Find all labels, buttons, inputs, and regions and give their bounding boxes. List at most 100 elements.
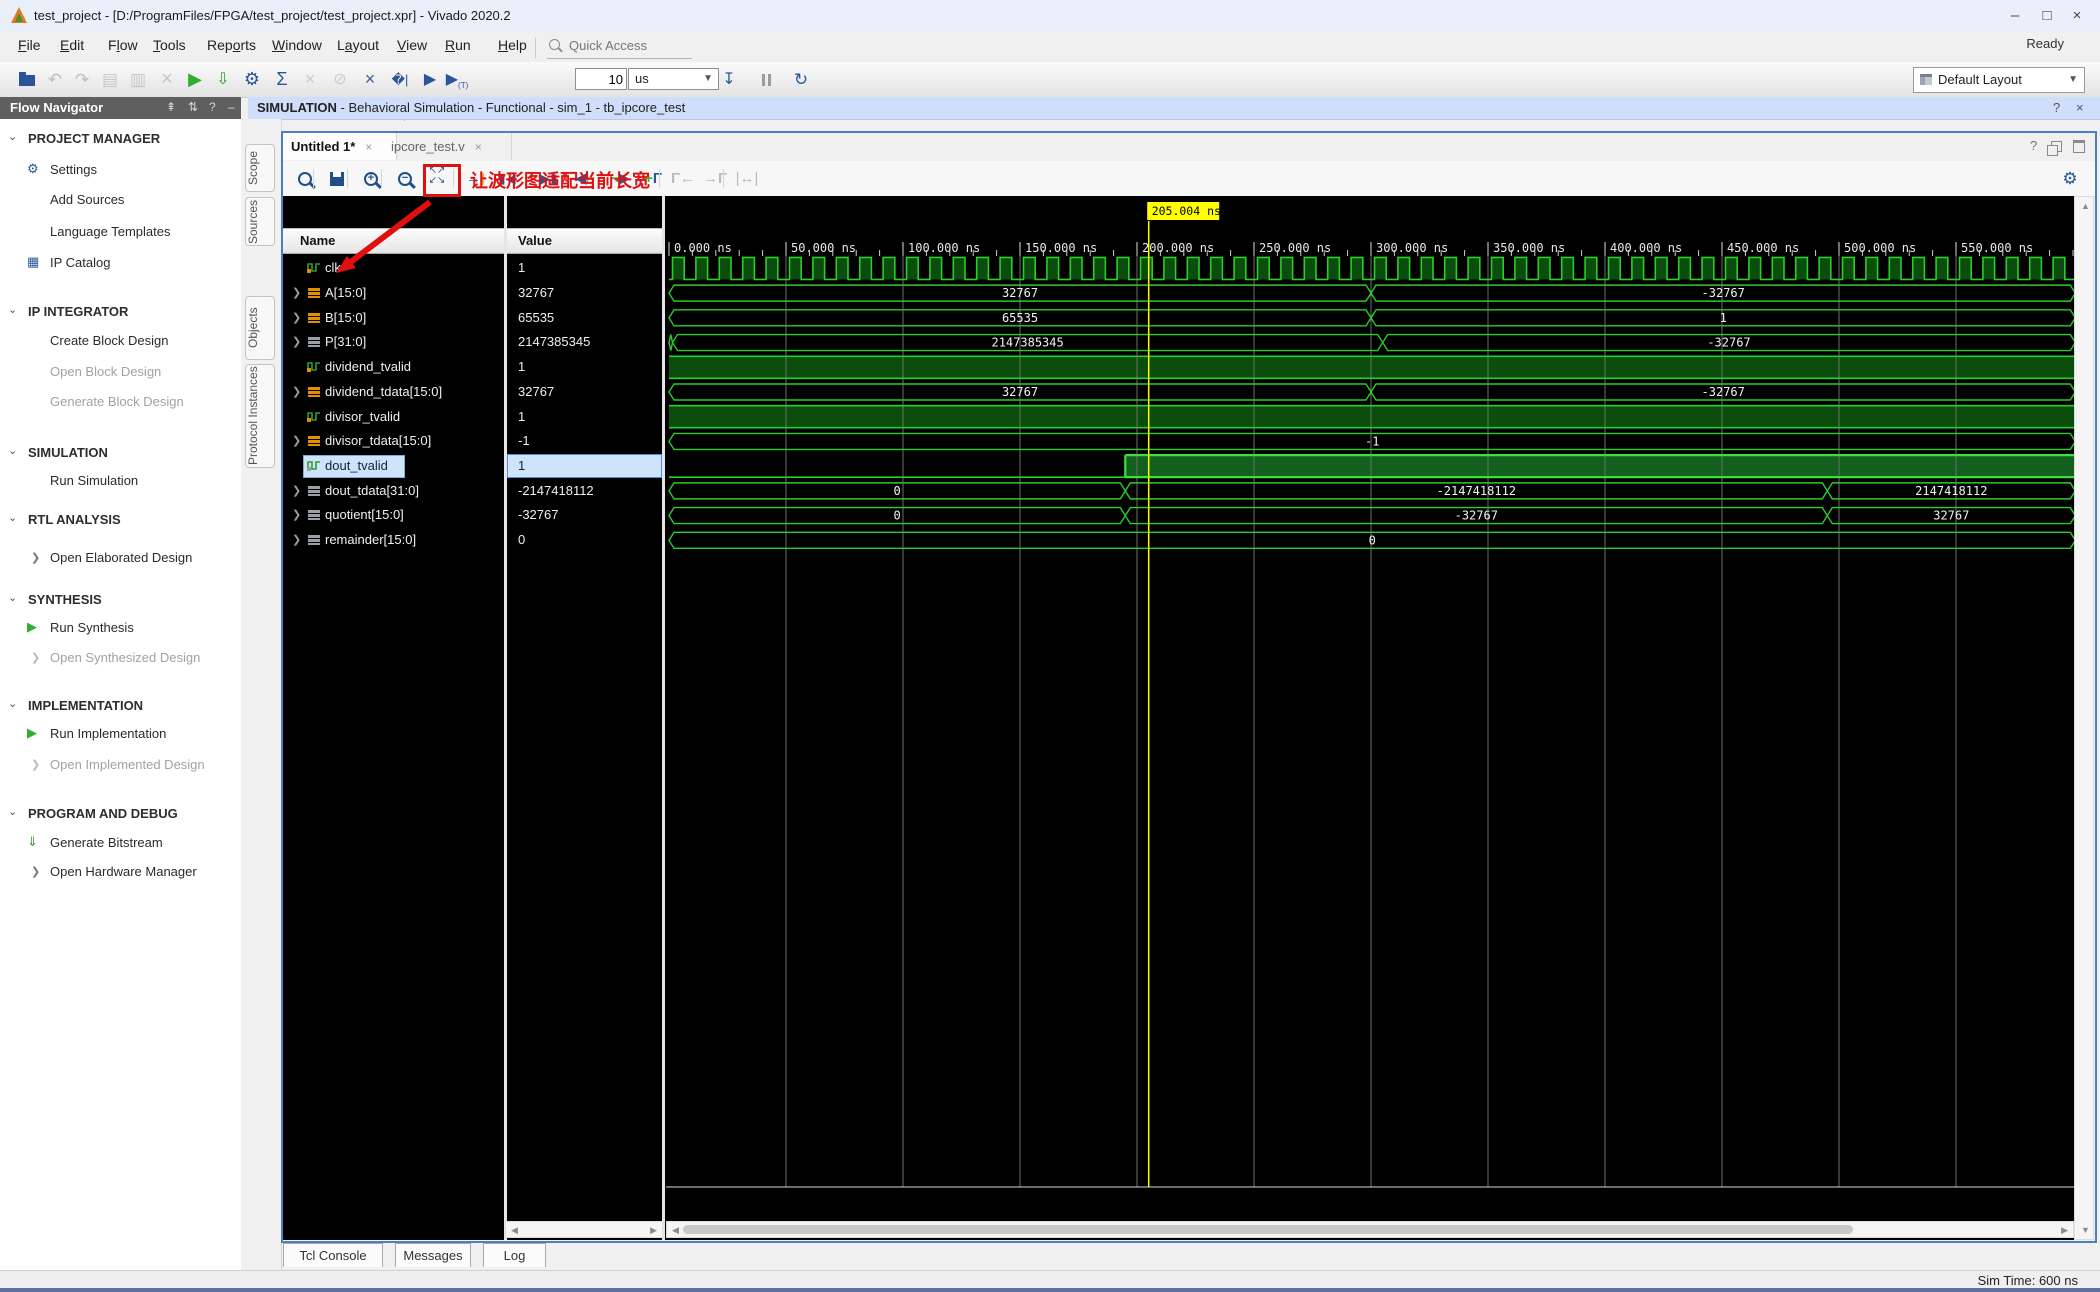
signal-value-cell[interactable]: 1 bbox=[507, 256, 663, 281]
run-for-time-icon[interactable]: ▶(T) bbox=[444, 62, 470, 97]
vertical-scrollbar[interactable]: ▲ ▼ bbox=[2074, 196, 2094, 1240]
expand-chevron[interactable]: ❯ bbox=[292, 533, 301, 546]
breakpoint-icon[interactable]: × bbox=[357, 62, 383, 97]
section-program-and-debug[interactable]: PROGRAM AND DEBUG bbox=[28, 806, 178, 821]
signal-name[interactable]: quotient[15:0] bbox=[325, 507, 404, 522]
signal-row[interactable]: dout_tvalid bbox=[283, 454, 505, 479]
close-tab-icon[interactable]: × bbox=[475, 140, 482, 154]
help-icon[interactable]: ? bbox=[2053, 97, 2060, 119]
copy-icon[interactable]: ▤ bbox=[97, 62, 123, 97]
signal-value-cell[interactable]: 1 bbox=[507, 355, 663, 380]
waveform-canvas[interactable]: 0.000 ns 50.000 ns 100.000 ns 150.000 ns 200… bbox=[666, 196, 2074, 1240]
section-ip-integrator[interactable]: IP INTEGRATOR bbox=[28, 304, 128, 319]
expand-chevron[interactable]: ❯ bbox=[31, 865, 40, 878]
signal-row[interactable]: dividend_tvalid bbox=[283, 355, 505, 380]
menu-view[interactable]: View bbox=[397, 37, 427, 53]
help-icon[interactable]: ? bbox=[2030, 138, 2037, 153]
section-collapse-icon[interactable]: ⌄ bbox=[8, 444, 17, 457]
redo-icon[interactable]: ↷ bbox=[69, 62, 95, 97]
menu-flow[interactable]: Flow bbox=[108, 37, 138, 53]
close-icon[interactable]: × bbox=[2076, 97, 2084, 119]
run-icon[interactable]: ▶ bbox=[182, 62, 208, 97]
scroll-down-icon[interactable]: ▼ bbox=[2081, 1225, 2090, 1235]
settings-gear-icon[interactable]: ⚙ bbox=[239, 62, 265, 97]
signal-name[interactable]: P[31:0] bbox=[325, 334, 366, 349]
signal-row[interactable]: ❯ dividend_tdata[15:0] bbox=[283, 380, 505, 405]
side-tab-protocol-instances[interactable]: Protocol Instances bbox=[245, 364, 275, 468]
menu-layout[interactable]: Layout bbox=[337, 37, 379, 53]
flow-item-open-elaborated-design[interactable]: Open Elaborated Design bbox=[50, 550, 192, 565]
expand-chevron[interactable]: ❯ bbox=[31, 551, 40, 564]
flow-item-generate-bitstream[interactable]: Generate Bitstream bbox=[50, 835, 163, 850]
signal-name[interactable]: A[15:0] bbox=[325, 285, 366, 300]
signal-row[interactable]: ❯ quotient[15:0] bbox=[283, 503, 505, 528]
side-tab-objects[interactable]: Objects bbox=[245, 296, 275, 360]
sim-time-input[interactable] bbox=[575, 68, 627, 90]
swap-cursors-icon[interactable]: |↔| bbox=[733, 161, 761, 196]
close-tab-icon[interactable]: × bbox=[365, 140, 372, 154]
previous-marker-icon[interactable]: Γ← bbox=[669, 161, 697, 196]
expand-chevron[interactable]: ❯ bbox=[292, 286, 301, 299]
scroll-left-icon[interactable]: ◀ bbox=[672, 1225, 679, 1236]
menu-window[interactable]: Window bbox=[272, 37, 322, 53]
scroll-right-icon[interactable]: ▶ bbox=[2061, 1225, 2068, 1236]
section-collapse-icon[interactable]: ⌄ bbox=[8, 805, 17, 818]
signal-name[interactable]: dout_tvalid bbox=[325, 458, 388, 473]
expand-chevron[interactable]: ❯ bbox=[292, 434, 301, 447]
scroll-right-icon[interactable]: ▶ bbox=[650, 1225, 657, 1236]
signal-name[interactable]: divisor_tvalid bbox=[325, 409, 400, 424]
bottom-tab-tcl-console[interactable]: Tcl Console bbox=[283, 1243, 383, 1267]
maximize-button[interactable]: □ bbox=[2032, 4, 2062, 28]
section-collapse-icon[interactable]: ⌄ bbox=[8, 697, 17, 710]
signal-value-cell[interactable]: 32767 bbox=[507, 281, 663, 306]
restart-simulation-icon[interactable]: �|◀ bbox=[387, 62, 413, 122]
minimize-button[interactable]: – bbox=[2000, 4, 2030, 28]
validate-disabled-icon[interactable]: × bbox=[297, 62, 323, 97]
expand-collapse-icon[interactable]: ⇅ bbox=[188, 100, 198, 114]
signal-row[interactable]: ❯ dout_tdata[31:0] bbox=[283, 479, 505, 504]
help-icon[interactable]: ? bbox=[209, 100, 216, 114]
signal-name[interactable]: dout_tdata[31:0] bbox=[325, 483, 419, 498]
signal-row[interactable]: ❯ remainder[15:0] bbox=[283, 528, 505, 553]
find-icon[interactable] bbox=[291, 161, 319, 196]
signal-name[interactable]: divisor_tdata[15:0] bbox=[325, 433, 431, 448]
bottom-tab-log[interactable]: Log bbox=[483, 1243, 546, 1267]
signal-row[interactable]: ❯ P[31:0] bbox=[283, 330, 505, 355]
menu-tools[interactable]: Tools bbox=[153, 37, 186, 53]
signal-value-cell[interactable]: 1 bbox=[507, 405, 663, 430]
delete-icon[interactable]: × bbox=[154, 62, 180, 97]
tab-untitled-1-[interactable]: Untitled 1* × bbox=[283, 133, 397, 160]
next-marker-icon[interactable]: →Γ bbox=[701, 161, 729, 196]
undo-icon[interactable]: ↶ bbox=[42, 62, 68, 97]
bottom-tab-messages[interactable]: Messages bbox=[395, 1243, 471, 1267]
quick-access-input[interactable] bbox=[567, 37, 691, 54]
flow-item-create-block-design[interactable]: Create Block Design bbox=[50, 333, 169, 348]
flow-item-open-block-design[interactable]: Open Block Design bbox=[50, 364, 161, 379]
expand-chevron[interactable]: ❯ bbox=[292, 311, 301, 324]
signal-row[interactable]: ❯ B[15:0] bbox=[283, 306, 505, 331]
signal-name[interactable]: B[15:0] bbox=[325, 310, 366, 325]
signal-row[interactable]: ❯ A[15:0] bbox=[283, 281, 505, 306]
minimize-panel-icon[interactable]: – bbox=[228, 100, 235, 114]
signal-value-cell[interactable]: -32767 bbox=[507, 503, 663, 528]
scrollbar-thumb[interactable] bbox=[683, 1225, 1853, 1234]
expand-chevron[interactable]: ❯ bbox=[292, 335, 301, 348]
flow-item-ip-catalog[interactable]: IP Catalog bbox=[50, 255, 110, 270]
section-collapse-icon[interactable]: ⌄ bbox=[8, 511, 17, 524]
signal-row[interactable]: divisor_tvalid bbox=[283, 405, 505, 430]
flow-item-open-implemented-design[interactable]: Open Implemented Design bbox=[50, 757, 205, 772]
tab-ipcore-test-v[interactable]: ipcore_test.v × bbox=[383, 133, 512, 160]
signal-name[interactable]: dividend_tdata[15:0] bbox=[325, 384, 442, 399]
flow-item-generate-block-design[interactable]: Generate Block Design bbox=[50, 394, 184, 409]
signal-value-cell[interactable]: 0 bbox=[507, 528, 663, 553]
signal-value-cell[interactable]: 65535 bbox=[507, 306, 663, 331]
flow-item-open-hardware-manager[interactable]: Open Hardware Manager bbox=[50, 864, 197, 879]
flow-item-open-synthesized-design[interactable]: Open Synthesized Design bbox=[50, 650, 200, 665]
signal-name[interactable]: remainder[15:0] bbox=[325, 532, 416, 547]
value-column-header[interactable]: Value bbox=[518, 233, 552, 248]
quick-access[interactable] bbox=[547, 36, 692, 59]
close-button[interactable]: × bbox=[2062, 4, 2092, 28]
maximize-icon[interactable] bbox=[2073, 138, 2085, 154]
relaunch-simulation-icon[interactable]: ↻ bbox=[788, 62, 814, 97]
expand-chevron[interactable]: ❯ bbox=[31, 651, 40, 664]
